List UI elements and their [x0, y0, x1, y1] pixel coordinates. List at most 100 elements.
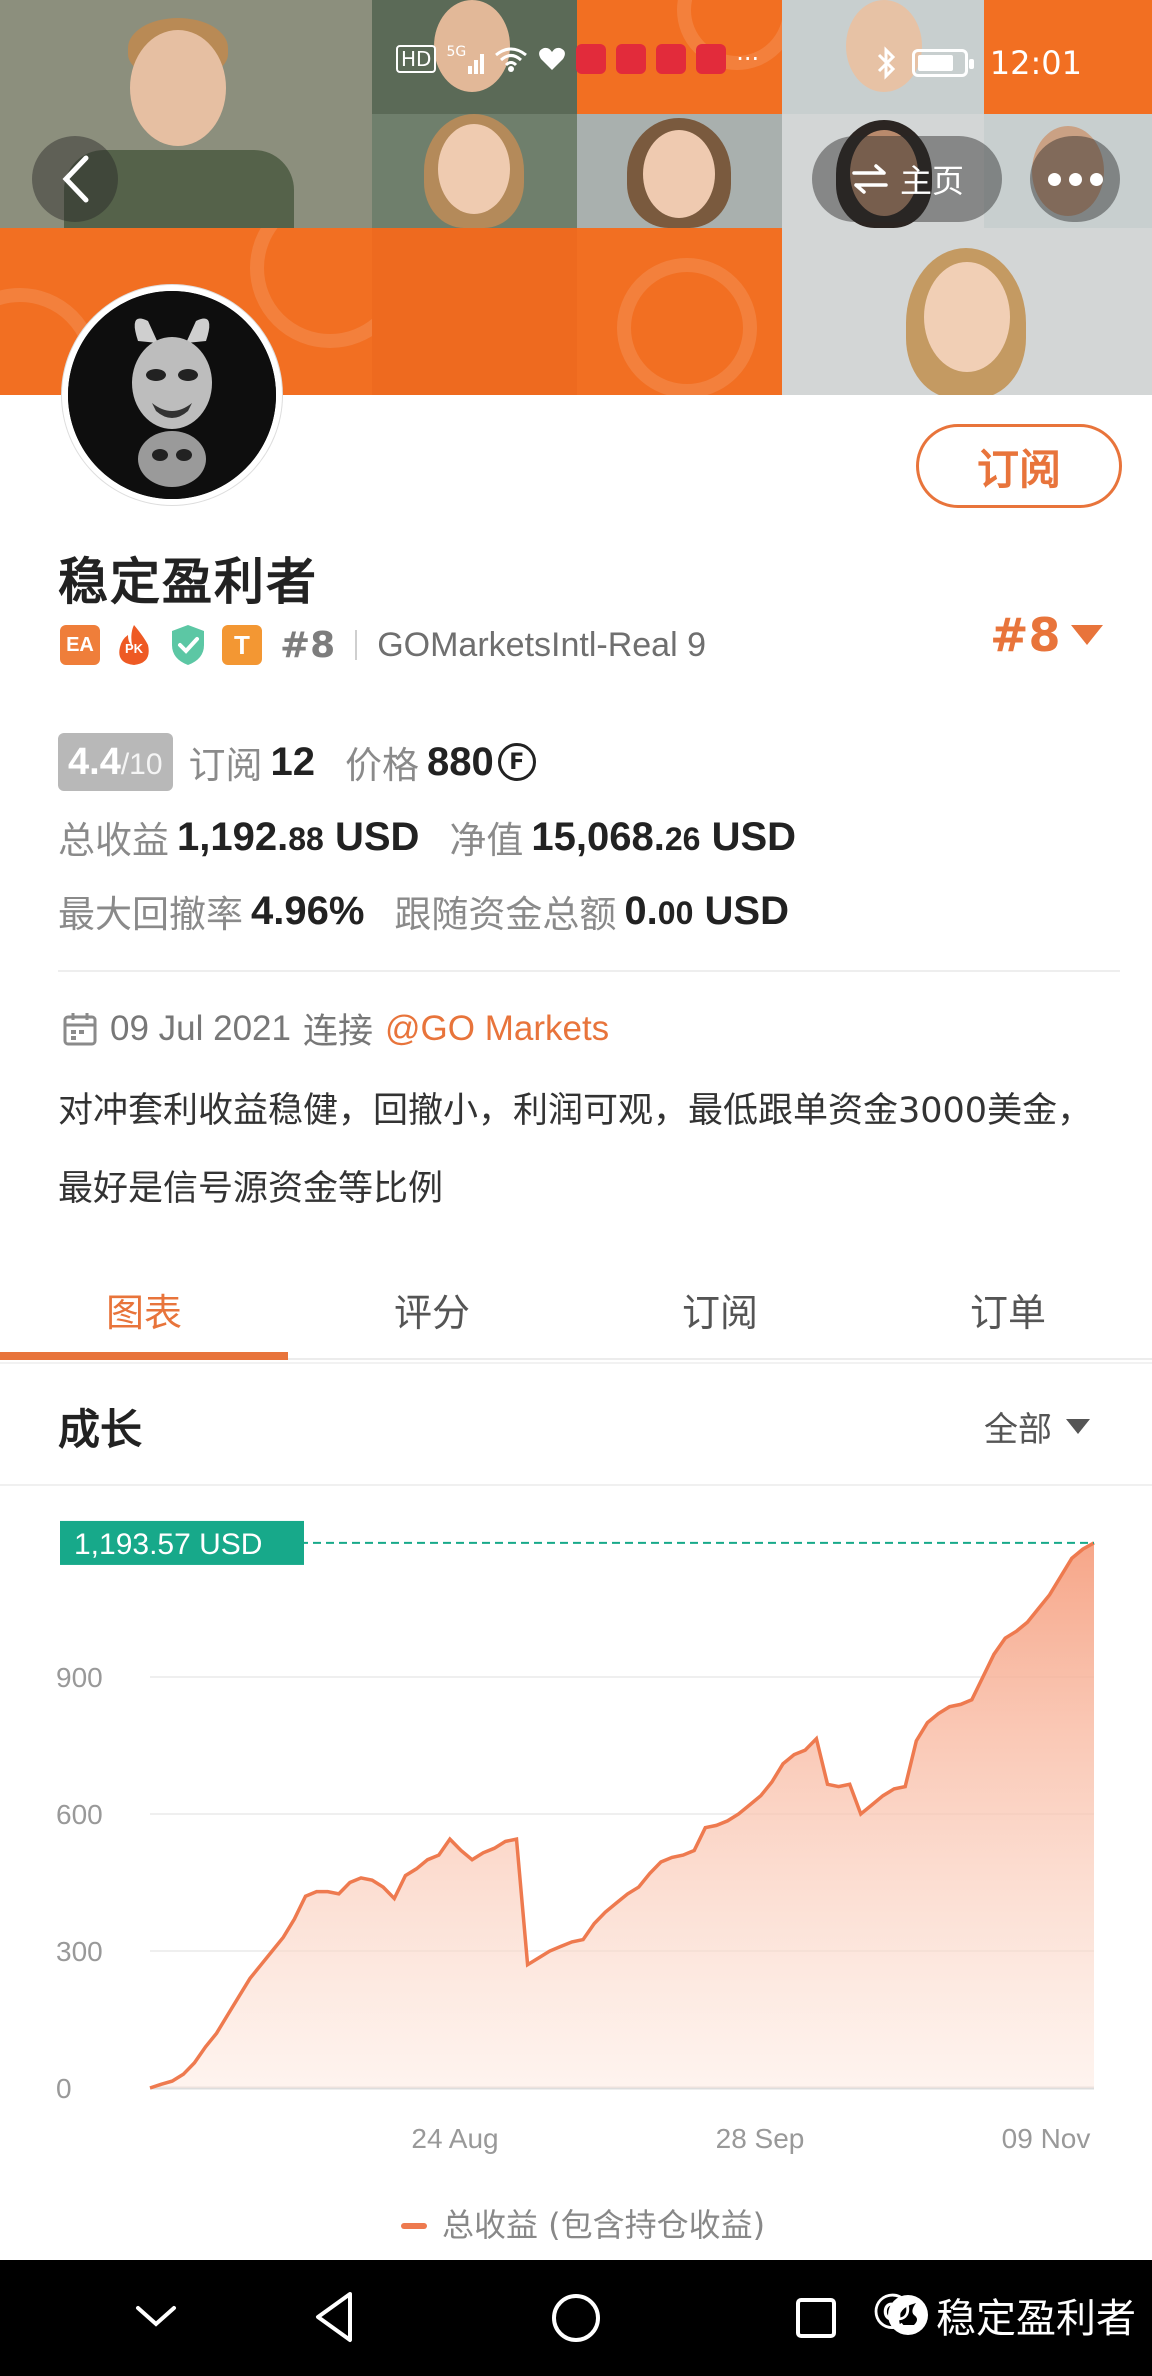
banner-photo-tile: [577, 114, 782, 228]
divider: [58, 970, 1120, 972]
tab-subscriptions[interactable]: 订阅: [576, 1260, 864, 1358]
stats-row-2: 总收益 1,192.88 USD 净值 15,068.26 USD: [58, 810, 796, 864]
chevron-left-icon: [62, 155, 89, 203]
home-button[interactable]: 主页: [812, 136, 1002, 222]
tab-bar: 图表 评分 订阅 订单: [0, 1260, 1152, 1360]
home-nav-icon[interactable]: [550, 2292, 602, 2344]
x-axis: 24 Aug 28 Sep 09 Nov: [411, 2123, 1090, 2154]
follow-funds-int: 0.: [624, 888, 658, 933]
banner-photo-tile: [372, 114, 577, 228]
pk-flame-badge[interactable]: PK: [114, 623, 154, 667]
x-tick-label: 24 Aug: [411, 2123, 498, 2154]
app-notification-icon: [656, 44, 687, 74]
signal-icon: 5G: [446, 44, 485, 74]
caret-down-icon: [1070, 625, 1103, 645]
rank-dropdown[interactable]: #8: [990, 608, 1103, 662]
join-date: 09 Jul 2021: [110, 1008, 291, 1048]
bluetooth-icon: [877, 46, 895, 80]
y-axis: 0 300 600 900: [56, 1662, 103, 2104]
stats-row-3: 最大回撤率 4.96% 跟随资金总额 0.00 USD: [58, 884, 789, 938]
subscribe-button[interactable]: 订阅: [916, 424, 1122, 508]
tab-chart[interactable]: 图表: [0, 1260, 288, 1360]
follow-funds-value: 0.00 USD: [624, 889, 789, 934]
dot-icon: [1047, 172, 1061, 186]
app-notification-icon: [696, 44, 727, 74]
t-badge[interactable]: T: [222, 625, 262, 665]
banner-color-tile: [372, 228, 577, 395]
status-bar: HD 5G ··· 12:01: [0, 34, 1152, 98]
growth-chart[interactable]: 0 300 600 900 24 Aug 28 Sep 09 Nov 1,193.57 U…: [0, 1500, 1152, 2240]
app-notification-icon: [576, 44, 607, 74]
hd-indicator: HD: [396, 45, 437, 73]
badges-row: EA PK T #8 GOMarketsIntl-Real 9: [60, 617, 706, 673]
more-notifications-icon: ···: [736, 45, 760, 73]
max-drawdown-value: 4.96%: [251, 888, 365, 933]
y-tick-label: 300: [56, 1936, 103, 1967]
equity-label: 净值: [449, 819, 524, 862]
rank-dropdown-label: #8: [990, 608, 1061, 662]
profile-name: 稳定盈利者: [58, 553, 318, 611]
follow-funds-dec: 00: [657, 894, 694, 931]
y-tick-label: 0: [56, 2073, 72, 2104]
watermark-text: 稳定盈利者: [936, 2296, 1136, 2342]
banner-color-tile: [577, 228, 782, 395]
avatar[interactable]: [62, 285, 282, 505]
strategy-description: 对冲套利收益稳健，回撤小，利润可观，最低跟单资金3000美金，最好是信号源资金等…: [58, 1091, 1093, 1209]
pk-badge-label: PK: [124, 641, 144, 656]
swap-icon: [852, 164, 888, 194]
back-button[interactable]: [32, 136, 118, 222]
divider: [0, 1362, 1152, 1364]
join-info: 09 Jul 2021 连接 @GO Markets: [62, 1003, 609, 1054]
y-tick-label: 600: [56, 1799, 103, 1830]
watermark: 稳定盈利者: [886, 2286, 1136, 2344]
coin-icon: F: [497, 743, 536, 781]
subscribers-value: 12: [270, 739, 316, 784]
dot-icon: [1068, 172, 1082, 186]
app-notification-icon: [616, 44, 647, 74]
legend-label: 总收益 (包含持仓收益): [442, 2206, 765, 2240]
separator: [355, 630, 358, 660]
price-label: 价格: [345, 744, 420, 787]
ea-badge[interactable]: EA: [60, 625, 100, 665]
calendar-icon: [63, 1012, 97, 1045]
health-icon: [539, 47, 566, 70]
tab-rating[interactable]: 评分: [288, 1260, 576, 1358]
recents-nav-icon[interactable]: [794, 2296, 838, 2340]
score-badge[interactable]: 4.4 /10: [58, 733, 173, 791]
total-profit-value: 1,192.88 USD: [177, 815, 419, 860]
verified-shield-icon[interactable]: [168, 623, 208, 667]
equity-unit: USD: [711, 814, 797, 859]
range-dropdown-label: 全部: [984, 1410, 1052, 1450]
x-tick-label: 09 Nov: [1002, 2123, 1091, 2154]
hannya-mask-icon: [68, 291, 276, 499]
battery-icon: [911, 49, 974, 77]
broker-link[interactable]: @GO Markets: [385, 1009, 609, 1049]
dot-icon: [1089, 172, 1103, 186]
caret-down-icon: [1066, 1419, 1090, 1434]
wifi-icon: [495, 47, 528, 72]
connect-label: 连接: [302, 1012, 373, 1051]
max-drawdown-label: 最大回撤率: [58, 893, 243, 936]
range-dropdown[interactable]: 全部: [984, 1402, 1090, 1451]
current-value-label: 1,193.57 USD: [74, 1528, 262, 1561]
score-value: 4.4: [68, 741, 121, 783]
x-tick-label: 28 Sep: [716, 2123, 805, 2154]
network-5g-label: 5G: [446, 44, 467, 60]
equity-dec: 26: [664, 820, 701, 857]
more-options-button[interactable]: [1030, 136, 1120, 222]
total-profit-dec: 88: [288, 820, 324, 857]
follow-funds-label: 跟随资金总额: [394, 893, 617, 936]
back-nav-icon[interactable]: [312, 2290, 356, 2344]
stats-row-1: 4.4 /10 订阅 12 价格 880 F: [58, 733, 536, 791]
follow-funds-unit: USD: [704, 888, 789, 933]
divider: [0, 1484, 1152, 1486]
status-indicators: HD 5G ···: [396, 44, 759, 74]
status-right: 12:01: [876, 44, 1082, 82]
total-profit-int: 1,192.: [177, 814, 289, 859]
total-profit-label: 总收益: [58, 819, 169, 862]
hide-keyboard-icon[interactable]: [134, 2302, 178, 2332]
price-value: 880: [427, 739, 494, 784]
tab-orders[interactable]: 订单: [864, 1260, 1152, 1358]
rank-label: #8: [280, 624, 336, 666]
clock: 12:01: [989, 44, 1082, 82]
